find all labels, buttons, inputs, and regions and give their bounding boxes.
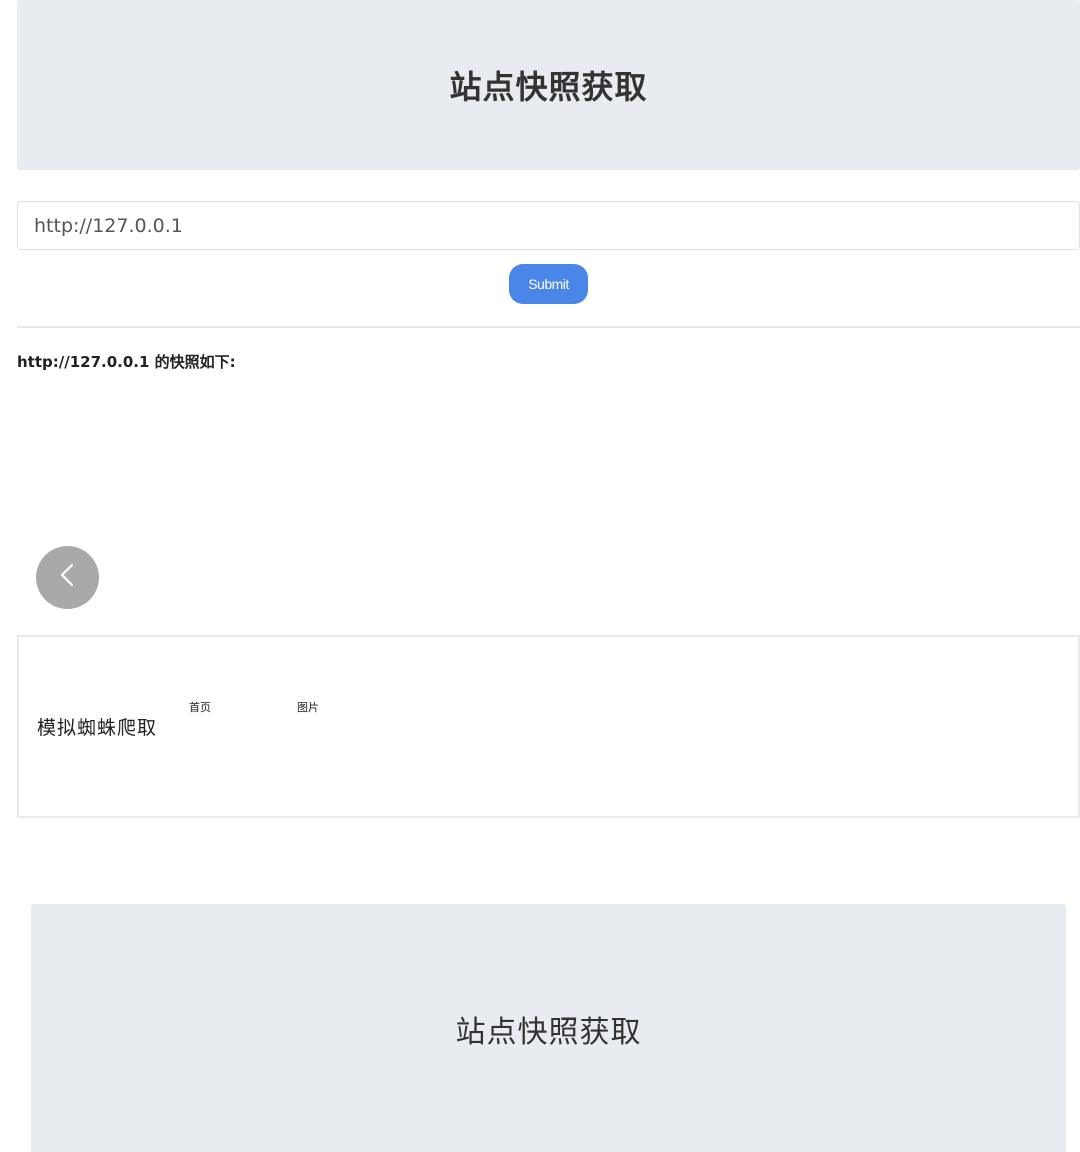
url-input[interactable] <box>17 201 1080 250</box>
result-heading: http://127.0.0.1 的快照如下: <box>17 353 236 371</box>
snapshot-nav-other[interactable]: 图片 <box>297 699 319 715</box>
snapshot-banner: 站点快照获取 <box>31 904 1066 1152</box>
snapshot-banner-title: 站点快照获取 <box>455 1015 642 1050</box>
chevron-left-icon <box>57 562 79 593</box>
header-banner: 站点快照获取 <box>17 0 1080 170</box>
page: 站点快照获取 Submit http://127.0.0.1 的快照如下: 模拟… <box>0 0 1080 1152</box>
page-title: 站点快照获取 <box>449 68 648 106</box>
snapshot-frame: 模拟蜘蛛爬取 首页 图片 <box>17 635 1080 818</box>
back-button[interactable] <box>36 546 99 609</box>
snapshot-nav-home[interactable]: 首页 <box>189 699 211 715</box>
divider <box>17 326 1080 328</box>
snapshot-logo: 模拟蜘蛛爬取 <box>37 717 158 739</box>
submit-button[interactable]: Submit <box>509 264 588 304</box>
